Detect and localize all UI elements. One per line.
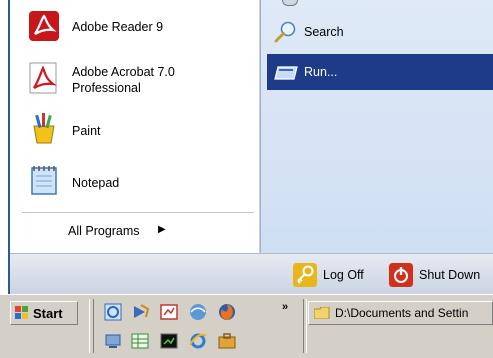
run-icon <box>274 66 298 80</box>
menu-item-notepad[interactable]: Notepad <box>22 160 252 204</box>
search-icon <box>274 21 296 43</box>
log-off-button[interactable]: Log Off <box>293 263 378 287</box>
paint-icon <box>33 113 55 144</box>
internet-explorer-icon[interactable] <box>189 332 207 350</box>
notepad-icon <box>31 166 57 195</box>
key-icon <box>293 263 317 287</box>
ie-icon[interactable] <box>104 303 122 321</box>
menu-item-label: Adobe Reader 9 <box>72 20 164 34</box>
taskbar: Start » D:\Documents and Settin <box>0 294 493 358</box>
adobe-acrobat-icon <box>29 62 57 94</box>
spreadsheet-icon[interactable] <box>131 332 149 350</box>
start-menu-left-border <box>0 0 10 294</box>
start-label: Start <box>33 306 63 321</box>
arrow-right-icon: ▶ <box>158 224 166 235</box>
menu-item-search[interactable]: Search <box>267 14 493 50</box>
menu-item-label: Notepad <box>72 176 120 190</box>
menu-item-paint[interactable]: Paint <box>22 108 252 152</box>
windows-logo-icon <box>15 306 28 319</box>
taskbar-separator <box>303 299 307 353</box>
terminal-icon[interactable] <box>160 332 178 350</box>
logoff-bar: Log Off Shut Down <box>10 253 493 295</box>
shut-down-button[interactable]: Shut Down <box>389 263 493 287</box>
folder-icon <box>314 307 330 319</box>
power-icon <box>389 263 413 287</box>
taskbar-window-button[interactable]: D:\Documents and Settin <box>308 301 493 325</box>
presentation-icon[interactable] <box>160 303 178 321</box>
start-menu: Adobe Reader 9 Adobe Acrobat 7.0 Profess… <box>0 0 493 294</box>
menu-item-label: Run... <box>304 65 338 79</box>
start-button[interactable]: Start <box>10 301 78 325</box>
network-icon[interactable] <box>104 332 122 350</box>
adobe-reader-icon <box>29 11 59 41</box>
all-programs-label: All Programs <box>68 224 140 238</box>
menu-item-run[interactable]: Run... <box>267 54 493 90</box>
menu-item-label: Adobe Acrobat 7.0 Professional <box>72 65 175 95</box>
menu-item-label: Paint <box>72 124 101 138</box>
firefox-icon[interactable] <box>218 303 236 321</box>
browser-icon[interactable] <box>189 303 207 321</box>
briefcase-icon[interactable] <box>218 332 236 350</box>
menu-separator <box>22 212 254 213</box>
media-player-icon[interactable] <box>131 303 149 321</box>
menu-item-label: Search <box>304 25 344 39</box>
menu-item-adobe-reader[interactable]: Adobe Reader 9 <box>22 6 252 50</box>
taskbar-window-label: D:\Documents and Settin <box>335 306 469 320</box>
log-off-label: Log Off <box>323 268 364 282</box>
menu-item-adobe-acrobat[interactable]: Adobe Acrobat 7.0 Professional <box>22 58 252 102</box>
quick-launch-overflow-button[interactable]: » <box>282 301 288 313</box>
toolbar-grip[interactable] <box>89 299 94 353</box>
shut-down-label: Shut Down <box>419 268 481 282</box>
